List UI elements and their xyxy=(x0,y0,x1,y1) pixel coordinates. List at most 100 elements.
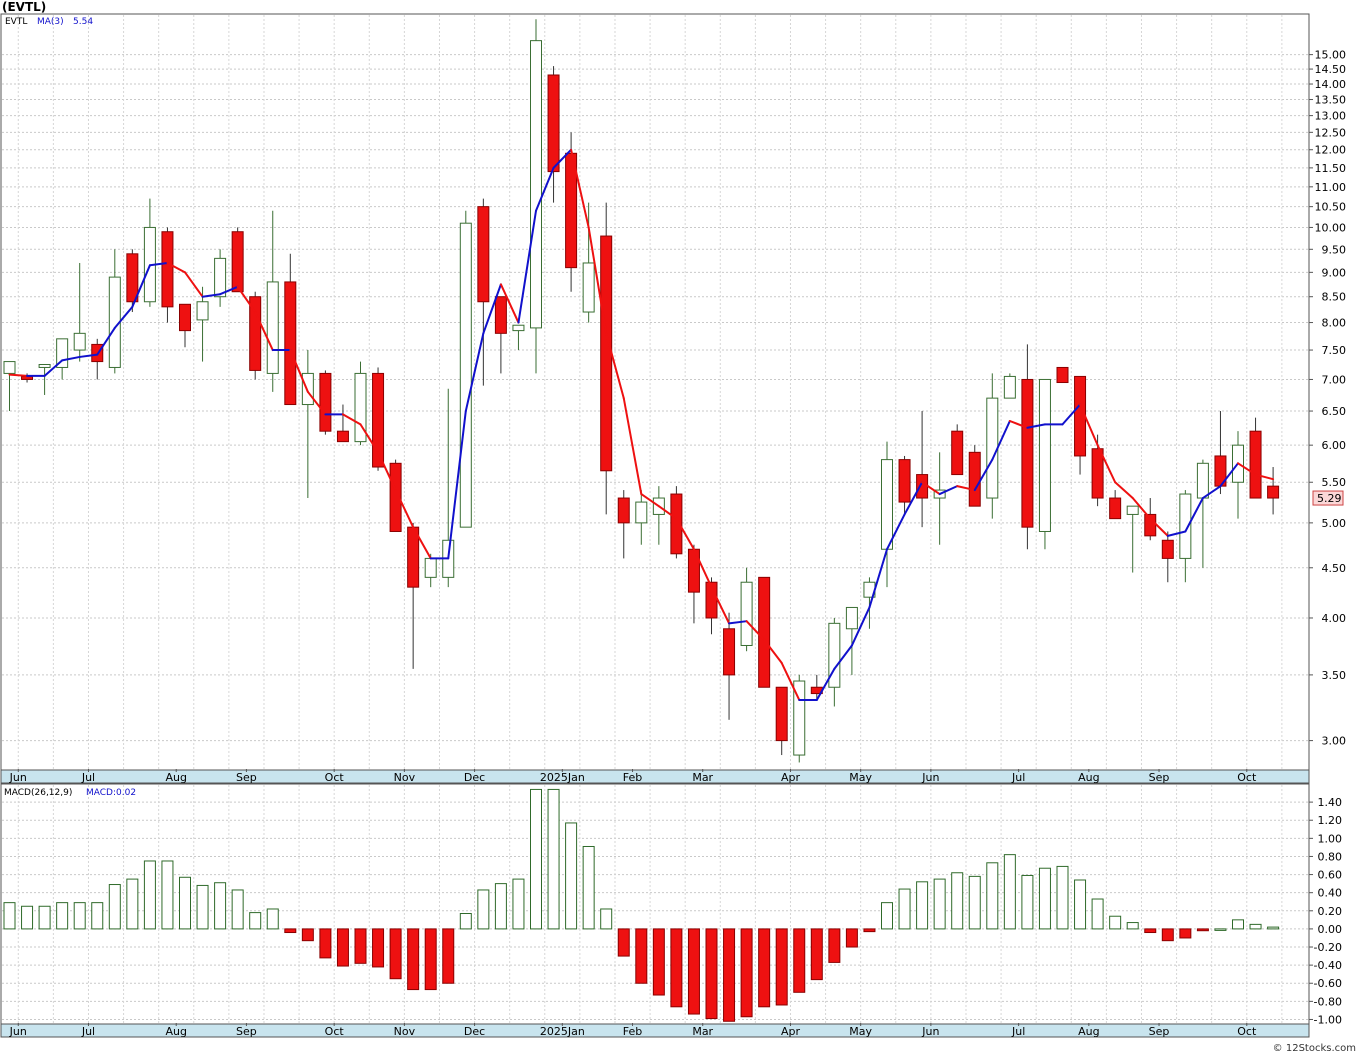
macd-y-tick-label: -0.40 xyxy=(1314,959,1342,972)
macd-y-tick-label: -0.80 xyxy=(1314,995,1342,1008)
candle-body xyxy=(635,501,648,524)
macd-bar xyxy=(845,928,858,948)
price-y-tick-label: 13.00 xyxy=(1315,110,1347,123)
price-y-tick-label: 4.50 xyxy=(1322,562,1347,575)
macd-bar xyxy=(723,928,736,1022)
macd-bar xyxy=(407,928,420,991)
candle-body xyxy=(986,397,999,499)
price-y-tick-label: 9.50 xyxy=(1322,243,1347,256)
candle-body xyxy=(38,364,51,368)
candle xyxy=(968,445,981,507)
candle-body xyxy=(512,324,525,332)
macd-x-tick-label: 2025Jan xyxy=(540,1025,585,1038)
macd-x-axis-band xyxy=(0,1023,1310,1038)
price-x-tick-label: Mar xyxy=(692,771,713,784)
candle-body xyxy=(951,430,964,476)
price-y-tick-label: 3.00 xyxy=(1322,735,1347,748)
price-y-tick-label: 13.50 xyxy=(1315,94,1347,107)
price-y-tick-label: 7.00 xyxy=(1322,373,1347,386)
ma3-segment xyxy=(8,373,29,377)
candle xyxy=(389,459,402,532)
candle-body xyxy=(740,581,753,646)
macd-bar xyxy=(547,788,560,930)
macd-bar xyxy=(617,928,630,957)
price-y-tick-label: 11.50 xyxy=(1315,162,1347,175)
macd-x-tick-label: Apr xyxy=(781,1025,801,1038)
macd-bar xyxy=(635,928,648,984)
macd-bar xyxy=(600,908,613,930)
macd-bar xyxy=(336,928,349,967)
candle-body xyxy=(1074,375,1087,457)
candle-body xyxy=(407,526,420,588)
macd-bar xyxy=(863,928,876,933)
macd-bar xyxy=(1249,923,1262,930)
macd-bar xyxy=(196,884,209,930)
candle xyxy=(793,674,806,763)
macd-x-tick-label: Aug xyxy=(165,1025,186,1038)
candle-body xyxy=(775,686,788,742)
candle-body xyxy=(1161,539,1174,559)
candle-body xyxy=(530,40,542,329)
candle-body xyxy=(196,301,209,321)
price-y-tick-label: 5.50 xyxy=(1322,476,1347,489)
macd-bar xyxy=(565,822,578,930)
macd-bar xyxy=(898,888,911,930)
macd-bar xyxy=(389,928,402,980)
candle-body xyxy=(126,253,139,303)
candle-body xyxy=(1126,505,1139,515)
candle xyxy=(231,227,244,293)
macd-bar xyxy=(687,928,700,1015)
macd-bar xyxy=(1126,922,1139,930)
price-y-tick-label: 14.50 xyxy=(1315,63,1347,76)
macd-bar xyxy=(670,928,683,1008)
macd-x-tick-label: Oct xyxy=(325,1025,345,1038)
candle-body xyxy=(617,497,630,524)
candle-body xyxy=(477,206,490,303)
chart-canvas: (EVTL) EVTL MA(3) 5.54 3.00 3.50 4.00 4.50 5… xyxy=(0,0,1360,1056)
macd-bar xyxy=(881,902,893,930)
candle-body xyxy=(916,474,929,499)
macd-bar xyxy=(1161,928,1174,942)
legend-macd-label: MACD(26,12,9) xyxy=(4,788,72,798)
price-y-tick-label: 11.00 xyxy=(1315,181,1347,194)
macd-bar xyxy=(108,884,121,930)
price-y-tick-label: 10.50 xyxy=(1315,201,1347,214)
macd-bar xyxy=(1267,926,1280,930)
price-y-tick-label: 9.00 xyxy=(1322,266,1347,279)
price-legend: EVTL MA(3) 5.54 xyxy=(5,17,93,27)
macd-y-tick-label: 1.40 xyxy=(1318,796,1343,809)
macd-y-tick-label: 0.60 xyxy=(1318,869,1343,882)
price-y-tick-label: 3.50 xyxy=(1322,669,1347,682)
macd-x-tick-label: Jul xyxy=(81,1025,95,1038)
macd-bar xyxy=(705,928,718,1020)
price-y-tick-label: 4.00 xyxy=(1322,612,1347,625)
macd-bar xyxy=(951,872,964,930)
price-x-tick-label: Jun xyxy=(921,771,939,784)
price-y-tick-label: 6.00 xyxy=(1322,439,1347,452)
credit-text: © 12Stocks.com xyxy=(1273,1043,1356,1054)
candle-body xyxy=(73,332,86,351)
candle-body xyxy=(424,557,437,578)
price-y-tick-label: 6.50 xyxy=(1322,405,1347,418)
candle-body xyxy=(600,235,613,472)
price-y-tick-label: 7.50 xyxy=(1322,344,1347,357)
macd-bar xyxy=(1021,874,1034,930)
price-x-tick-label: Oct xyxy=(1237,771,1257,784)
candle-body xyxy=(547,74,560,173)
candle-body xyxy=(319,372,332,432)
macd-bar xyxy=(1179,928,1192,939)
macd-bar xyxy=(652,928,665,996)
macd-legend: MACD(26,12,9) MACD:0.02 xyxy=(4,788,136,798)
price-y-tick-label: 14.00 xyxy=(1315,78,1347,91)
macd-bar xyxy=(986,862,999,930)
macd-bar xyxy=(3,902,16,930)
macd-y-tick-label: 1.00 xyxy=(1318,832,1343,845)
macd-y-tick-label: 1.20 xyxy=(1318,814,1343,827)
candle-body xyxy=(1038,378,1051,532)
macd-bar xyxy=(1074,879,1087,930)
macd-bar xyxy=(354,928,367,964)
candle xyxy=(1038,378,1051,550)
candle-body xyxy=(21,375,34,380)
macd-bar xyxy=(828,928,841,963)
candle-body xyxy=(336,430,349,443)
